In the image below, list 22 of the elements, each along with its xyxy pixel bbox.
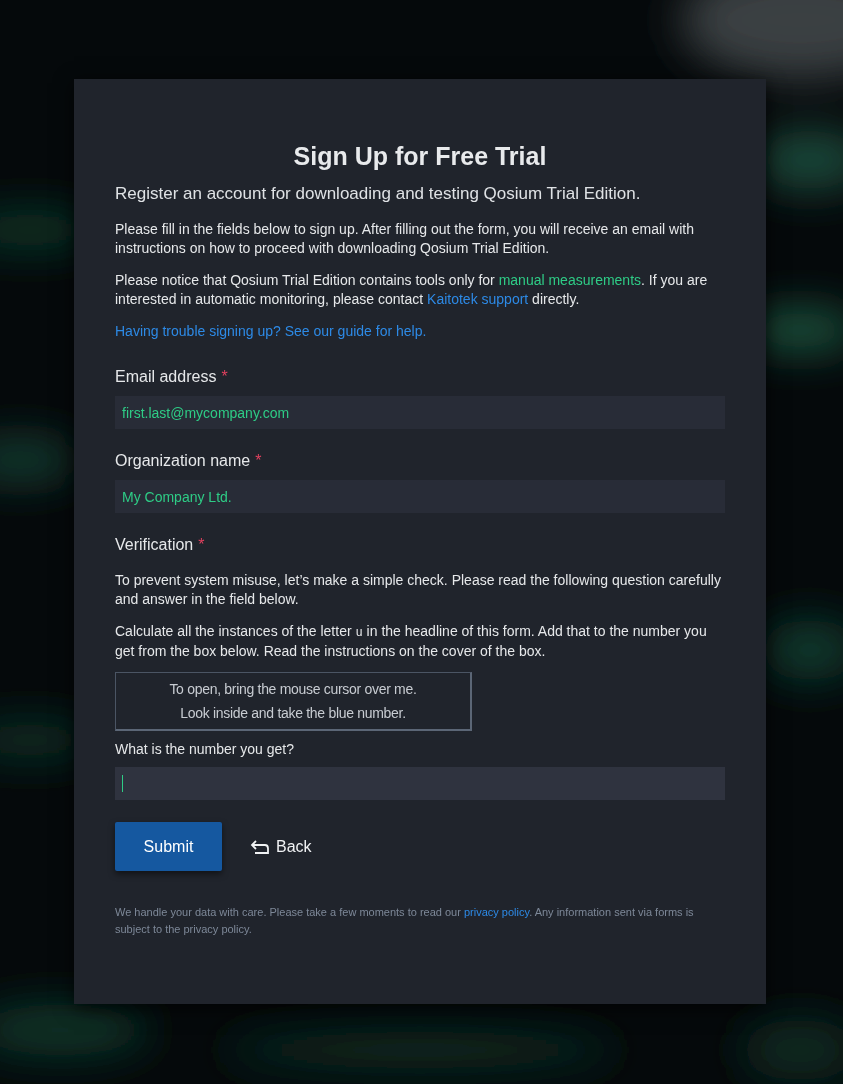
back-button[interactable]: Back bbox=[250, 837, 312, 856]
form-title: Sign Up for Free Trial bbox=[292, 141, 548, 171]
paragraph: Please fill in the fields below to sign up. After filling out the form, you will receive an email with instructions on how to proceed with downloading Qosium Trial Edition. bbox=[115, 220, 695, 257]
field-label: Organization name * bbox=[115, 451, 263, 471]
privacy-note: We handle your data with care. Please take a few moments to read our privacy policy. Any information sent via forms is subject to the privacy policy. bbox=[115, 905, 695, 937]
field-label: Email address * bbox=[115, 367, 229, 387]
box-text: To open, bring the mouse cursor over me. bbox=[168, 680, 418, 699]
cover-box[interactable]: To open, bring the mouse cursor over me. Look inside and take the blue number. bbox=[115, 672, 472, 731]
submit-button[interactable]: Submit bbox=[115, 822, 222, 871]
link[interactable]: Kaitotek support bbox=[427, 290, 529, 307]
help-link[interactable]: Having trouble signing up? See our guide for help. bbox=[115, 323, 427, 339]
subtitle: Register an account for downloading and testing Qosium Trial Edition. bbox=[115, 183, 642, 205]
input-field[interactable]: My Company Ltd. bbox=[115, 480, 725, 513]
question-label: What is the number you get? bbox=[115, 740, 295, 758]
paragraph: To prevent system misuse, let’s make a simple check. Please read the following question carefully and answer in the field below. bbox=[115, 571, 722, 608]
return-arrow-icon bbox=[250, 838, 270, 855]
box-text: Look inside and take the blue number. bbox=[179, 704, 407, 723]
field-label: Verification * bbox=[115, 535, 206, 555]
paragraph: Please notice that Qosium Trial Edition contains tools only for manual measurements. If you are interested in automatic monitoring, please contact Kaitotek support directly. bbox=[115, 271, 709, 308]
input-field[interactable]: first.last@mycompany.com bbox=[115, 396, 725, 429]
paragraph: Calculate all the instances of the letter u in the headline of this form. Add that to the number you get from the box below. Read the instructions on the cover of the box. bbox=[115, 622, 708, 660]
input-field[interactable] bbox=[115, 767, 725, 800]
